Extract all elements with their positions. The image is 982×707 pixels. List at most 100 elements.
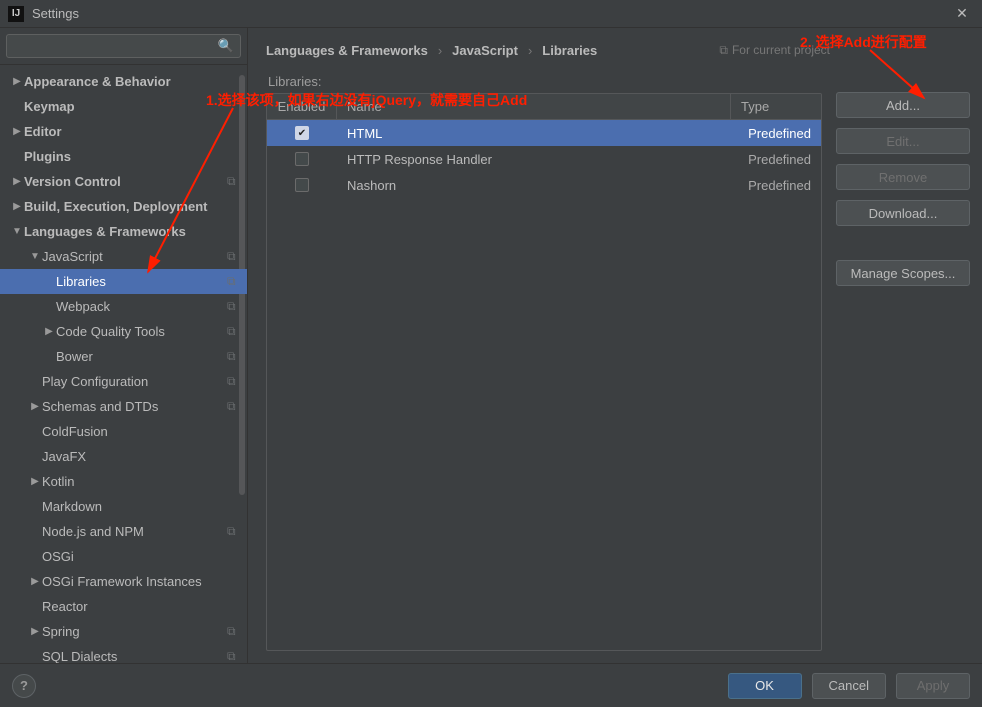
button-column: Add... Edit... Remove Download... Manage… <box>836 70 970 651</box>
project-scope-icon: ⧉ <box>227 624 241 638</box>
sidebar-item-label: Appearance & Behavior <box>24 74 229 89</box>
chevron-right-icon: ▶ <box>28 576 42 587</box>
ok-button[interactable]: OK <box>728 673 802 699</box>
sidebar-item-node-js-and-npm[interactable]: Node.js and NPM⧉ <box>0 519 247 544</box>
project-scope-icon: ⧉ <box>227 249 241 263</box>
chevron-right-icon: ▶ <box>10 176 24 187</box>
sidebar-item-build-execution-deployment[interactable]: ▶Build, Execution, Deployment⧉ <box>0 194 247 219</box>
sidebar-item-label: ColdFusion <box>42 424 229 439</box>
sidebar-item-play-configuration[interactable]: Play Configuration⧉ <box>0 369 247 394</box>
edit-button[interactable]: Edit... <box>836 128 970 154</box>
project-scope-icon: ⧉ <box>227 299 241 313</box>
project-scope-icon: ⧉ <box>227 349 241 363</box>
sidebar-item-javafx[interactable]: JavaFX⧉ <box>0 444 247 469</box>
sidebar-item-label: OSGi <box>42 549 229 564</box>
sidebar-item-osgi-framework-instances[interactable]: ▶OSGi Framework Instances⧉ <box>0 569 247 594</box>
settings-tree[interactable]: ▶Appearance & Behavior⧉Keymap⧉▶Editor⧉Pl… <box>0 65 247 663</box>
table-row[interactable]: HTTP Response HandlerPredefined <box>267 146 821 172</box>
sidebar-item-reactor[interactable]: Reactor⧉ <box>0 594 247 619</box>
table-row[interactable]: NashornPredefined <box>267 172 821 198</box>
sidebar-item-label: Markdown <box>42 499 229 514</box>
sidebar-item-libraries[interactable]: Libraries⧉ <box>0 269 247 294</box>
sidebar-item-spring[interactable]: ▶Spring⧉ <box>0 619 247 644</box>
breadcrumb-item[interactable]: Languages & Frameworks <box>266 43 428 58</box>
sidebar-item-webpack[interactable]: Webpack⧉ <box>0 294 247 319</box>
remove-button[interactable]: Remove <box>836 164 970 190</box>
sidebar-item-label: JavaScript <box>42 249 229 264</box>
cell-enabled <box>267 152 337 166</box>
sidebar-item-label: Plugins <box>24 149 229 164</box>
cancel-button[interactable]: Cancel <box>812 673 886 699</box>
project-icon: ⧉ <box>719 43 728 58</box>
window-title: Settings <box>32 6 950 21</box>
sidebar-item-kotlin[interactable]: ▶Kotlin⧉ <box>0 469 247 494</box>
sidebar-item-label: Libraries <box>56 274 229 289</box>
right-panel: Languages & Frameworks › JavaScript › Li… <box>248 28 982 663</box>
col-name[interactable]: Name <box>337 94 731 119</box>
breadcrumb: Languages & Frameworks › JavaScript › Li… <box>266 36 970 64</box>
chevron-right-icon: ▶ <box>28 401 42 412</box>
project-scope-icon: ⧉ <box>227 324 241 338</box>
sidebar-item-label: Kotlin <box>42 474 229 489</box>
help-icon[interactable]: ? <box>12 674 36 698</box>
footer: ? OK Cancel Apply <box>0 663 982 707</box>
sidebar-item-version-control[interactable]: ▶Version Control⧉ <box>0 169 247 194</box>
chevron-right-icon: › <box>438 43 442 58</box>
search-icon: 🔍 <box>218 38 234 54</box>
cell-enabled <box>267 126 337 140</box>
app-icon: IJ <box>8 6 24 22</box>
for-current-project: ⧉ For current project <box>719 43 830 58</box>
cell-type: Predefined <box>731 178 821 193</box>
close-icon[interactable]: ✕ <box>950 5 974 22</box>
col-type[interactable]: Type <box>731 94 821 119</box>
cell-name: HTTP Response Handler <box>337 152 731 167</box>
chevron-right-icon: › <box>528 43 532 58</box>
chevron-right-icon: ▶ <box>10 201 24 212</box>
sidebar-item-code-quality-tools[interactable]: ▶Code Quality Tools⧉ <box>0 319 247 344</box>
sidebar-item-coldfusion[interactable]: ColdFusion⧉ <box>0 419 247 444</box>
project-scope-icon: ⧉ <box>227 174 241 188</box>
manage-scopes-button[interactable]: Manage Scopes... <box>836 260 970 286</box>
sidebar-item-sql-dialects[interactable]: SQL Dialects⧉ <box>0 644 247 663</box>
sidebar-item-label: SQL Dialects <box>42 649 229 663</box>
download-button[interactable]: Download... <box>836 200 970 226</box>
search-input[interactable] <box>13 39 214 54</box>
add-button[interactable]: Add... <box>836 92 970 118</box>
sidebar-item-languages-frameworks[interactable]: ▼Languages & Frameworks⧉ <box>0 219 247 244</box>
sidebar-item-bower[interactable]: Bower⧉ <box>0 344 247 369</box>
enabled-checkbox[interactable] <box>295 178 309 192</box>
breadcrumb-item[interactable]: JavaScript <box>452 43 518 58</box>
sidebar-item-editor[interactable]: ▶Editor⧉ <box>0 119 247 144</box>
sidebar-item-javascript[interactable]: ▼JavaScript⧉ <box>0 244 247 269</box>
project-scope-icon: ⧉ <box>227 374 241 388</box>
project-scope-icon: ⧉ <box>227 274 241 288</box>
apply-button[interactable]: Apply <box>896 673 970 699</box>
chevron-right-icon: ▶ <box>10 76 24 87</box>
enabled-checkbox[interactable] <box>295 152 309 166</box>
body-row: Libraries: Enabled Name Type HTMLPredefi… <box>266 70 970 651</box>
libraries-panel: Libraries: Enabled Name Type HTMLPredefi… <box>266 70 822 651</box>
sidebar-item-appearance-behavior[interactable]: ▶Appearance & Behavior⧉ <box>0 69 247 94</box>
sidebar-item-plugins[interactable]: Plugins⧉ <box>0 144 247 169</box>
sidebar-item-markdown[interactable]: Markdown⧉ <box>0 494 247 519</box>
sidebar: 🔍 ▶Appearance & Behavior⧉Keymap⧉▶Editor⧉… <box>0 28 248 663</box>
cell-enabled <box>267 178 337 192</box>
sidebar-item-label: Schemas and DTDs <box>42 399 229 414</box>
sidebar-item-label: Node.js and NPM <box>42 524 229 539</box>
sidebar-item-keymap[interactable]: Keymap⧉ <box>0 94 247 119</box>
breadcrumb-item[interactable]: Libraries <box>542 43 597 58</box>
titlebar: IJ Settings ✕ <box>0 0 982 28</box>
sidebar-item-schemas-and-dtds[interactable]: ▶Schemas and DTDs⧉ <box>0 394 247 419</box>
chevron-right-icon: ▶ <box>42 326 56 337</box>
sidebar-item-osgi[interactable]: OSGi⧉ <box>0 544 247 569</box>
search-box[interactable]: 🔍 <box>6 34 241 58</box>
col-enabled[interactable]: Enabled <box>267 94 337 119</box>
sidebar-item-label: Bower <box>56 349 229 364</box>
chevron-down-icon: ▼ <box>10 226 24 237</box>
libraries-title: Libraries: <box>268 74 822 89</box>
table-row[interactable]: HTMLPredefined <box>267 120 821 146</box>
sidebar-item-label: Keymap <box>24 99 229 114</box>
enabled-checkbox[interactable] <box>295 126 309 140</box>
spacer <box>836 236 970 250</box>
sidebar-item-label: Editor <box>24 124 229 139</box>
